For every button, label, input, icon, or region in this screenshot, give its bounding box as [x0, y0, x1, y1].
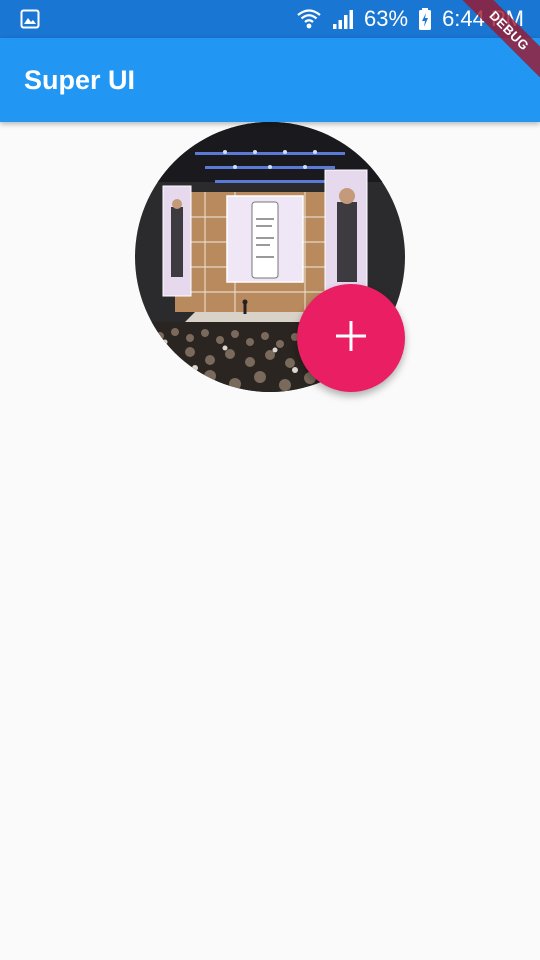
- battery-percent: 63%: [364, 6, 409, 31]
- signal-icon: [332, 8, 354, 30]
- add-fab-button[interactable]: [297, 284, 405, 392]
- status-bar: 63% 6:44 PM: [0, 0, 540, 38]
- wifi-icon: [296, 7, 322, 31]
- clock: 6:44 PM: [442, 6, 524, 31]
- app-bar: Super UI: [0, 38, 540, 122]
- plus-icon: [335, 320, 367, 357]
- status-indicators: 63% 6:44 PM: [296, 0, 524, 38]
- battery-charging-icon: [418, 7, 432, 31]
- page-title: Super UI: [24, 65, 136, 95]
- main-content: [0, 122, 540, 960]
- image-icon: [20, 9, 40, 29]
